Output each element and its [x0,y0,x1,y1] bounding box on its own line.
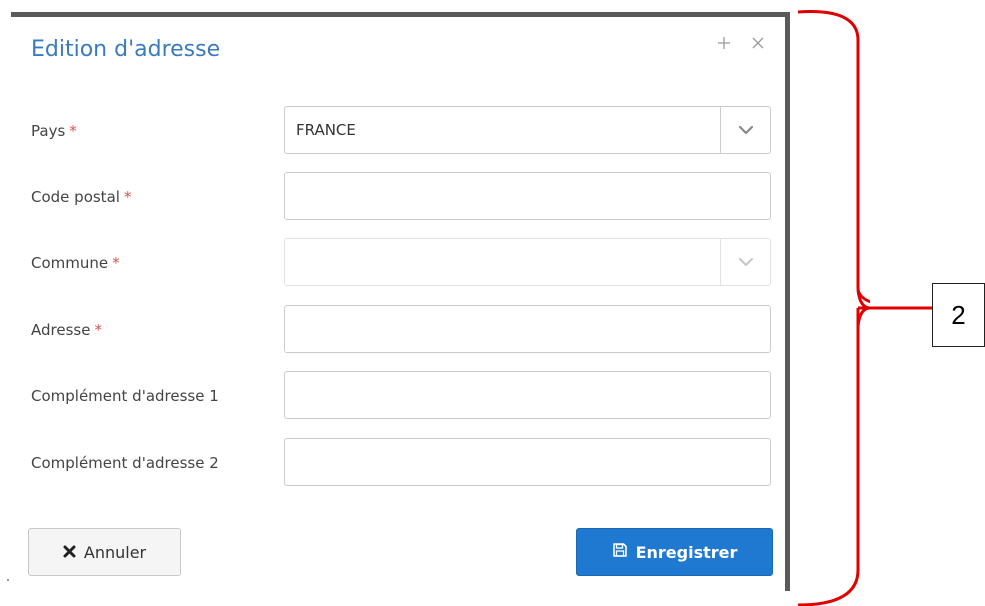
form-row-complement-1: Complément d'adresse 1 [31,371,773,421]
dialog-header-actions [717,36,765,50]
plus-icon[interactable] [717,36,731,50]
field-label-commune: Commune * [31,254,120,272]
chevron-down-icon[interactable] [720,107,770,153]
times-icon [63,543,76,562]
floppy-disk-icon [612,542,628,562]
form-row-pays: Pays * FRANCE [31,106,773,156]
stray-mark [7,579,9,581]
address-complement-2-field-wrapper [284,438,771,486]
form-row-adresse: Adresse * [31,305,773,355]
field-label-text: Commune [31,254,109,272]
address-field-wrapper [284,305,771,353]
address-complement-1-field-wrapper [284,371,771,419]
field-label-text: Code postal [31,188,120,206]
address-field[interactable] [285,306,770,352]
postal-code-field[interactable] [285,173,770,219]
field-label-adresse: Adresse * [31,321,102,339]
annotation-number: 2 [951,299,966,330]
field-label-complement-2: Complément d'adresse 2 [31,454,219,472]
field-label-text: Complément d'adresse 2 [31,454,219,472]
field-label-complement-1: Complément d'adresse 1 [31,387,219,405]
dialog-title: Edition d'adresse [31,37,221,62]
annotation-connector [858,306,932,310]
postal-code-field-wrapper [284,172,771,220]
cancel-button-label: Annuler [83,542,147,562]
address-edit-dialog: Edition d'adresse Pays * FRANCE Code post… [11,12,790,591]
save-button[interactable]: Enregistrer [576,528,773,576]
required-marker: * [69,122,77,140]
close-icon[interactable] [751,36,765,50]
save-button-label: Enregistrer [635,542,738,562]
address-complement-1-field[interactable] [285,372,770,418]
annotation-number-box: 2 [932,283,985,347]
commune-select[interactable] [284,238,771,286]
form-row-complement-2: Complément d'adresse 2 [31,438,773,488]
country-select[interactable]: FRANCE [284,106,771,154]
address-complement-2-field[interactable] [285,439,770,485]
required-marker: * [123,188,132,206]
required-marker: * [112,254,120,272]
chevron-down-icon[interactable] [720,239,770,285]
field-label-code-postal: Code postal * [31,188,131,206]
form-row-code-postal: Code postal * [31,172,773,222]
field-label-text: Pays [31,122,66,140]
cancel-button[interactable]: Annuler [28,528,181,576]
form-row-commune: Commune * [31,238,773,288]
field-label-text: Complément d'adresse 1 [31,387,219,405]
field-label-text: Adresse [31,321,91,339]
field-label-pays: Pays * [31,122,77,140]
required-marker: * [94,321,102,339]
country-select-value: FRANCE [296,121,356,139]
